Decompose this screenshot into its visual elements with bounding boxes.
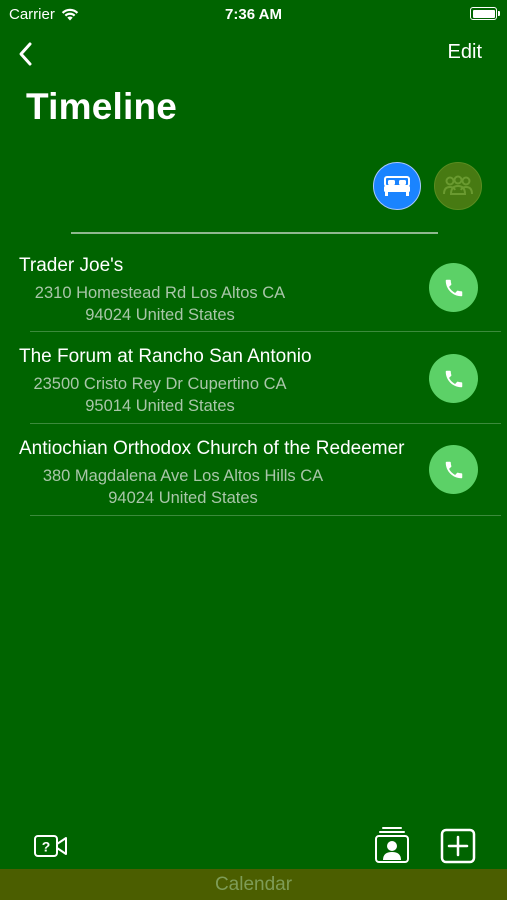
place-row-antiochian-orthodox-church[interactable]: Antiochian Orthodox Church of the Redeem…	[0, 438, 507, 530]
contacts-button[interactable]	[373, 826, 411, 864]
row-separator	[30, 331, 501, 332]
phone-icon	[445, 461, 462, 478]
add-button[interactable]	[440, 828, 476, 864]
place-name: Trader Joe's	[19, 255, 124, 276]
address-line1: 2310 Homestead Rd Los Altos CA	[34, 284, 286, 302]
address-line1: 380 Magdalena Ave Los Altos Hills CA	[42, 467, 324, 485]
calendar-tab[interactable]: Calendar	[0, 869, 507, 900]
place-address: 23500 Cristo Rey Dr Cupertino CA 95014 U…	[10, 373, 310, 417]
status-time: 7:36 AM	[225, 6, 282, 23]
call-button[interactable]	[429, 354, 478, 403]
row-separator	[30, 423, 501, 424]
group-icon	[443, 175, 473, 195]
address-line2: 94024 United States	[108, 489, 258, 507]
bed-icon	[384, 176, 410, 196]
contacts-icon	[375, 827, 409, 863]
battery-fill	[472, 9, 495, 18]
back-button[interactable]	[14, 40, 38, 68]
video-help-button[interactable]: ?	[33, 832, 69, 860]
battery-icon	[470, 7, 500, 20]
header-divider	[71, 232, 438, 234]
status-bar: Carrier 7:36 AM	[0, 0, 507, 30]
phone-icon	[445, 279, 462, 296]
place-address: 380 Magdalena Ave Los Altos Hills CA 940…	[18, 465, 348, 509]
svg-text:?: ?	[42, 839, 51, 855]
phone-icon	[445, 370, 462, 387]
call-button[interactable]	[429, 445, 478, 494]
place-row-trader-joes[interactable]: Trader Joe's 2310 Homestead Rd Los Altos…	[0, 255, 507, 347]
row-separator	[30, 515, 501, 516]
edit-button[interactable]: Edit	[448, 41, 482, 64]
call-button[interactable]	[429, 263, 478, 312]
hotels-filter-button[interactable]	[373, 162, 421, 210]
place-name: Antiochian Orthodox Church of the Redeem…	[19, 438, 405, 459]
page-title: Timeline	[26, 86, 178, 127]
address-line1: 23500 Cristo Rey Dr Cupertino CA	[33, 375, 287, 393]
place-address: 2310 Homestead Rd Los Altos CA 94024 Uni…	[10, 282, 310, 326]
place-row-forum-rancho-san-antonio[interactable]: The Forum at Rancho San Antonio 23500 Cr…	[0, 346, 507, 438]
video-help-icon: ?	[34, 835, 67, 857]
address-line2: 94024 United States	[85, 306, 235, 324]
add-square-icon	[440, 828, 476, 864]
address-line2: 95014 United States	[85, 397, 235, 415]
chevron-left-icon	[19, 42, 32, 66]
place-name: The Forum at Rancho San Antonio	[19, 346, 312, 367]
people-filter-button[interactable]	[434, 162, 482, 210]
